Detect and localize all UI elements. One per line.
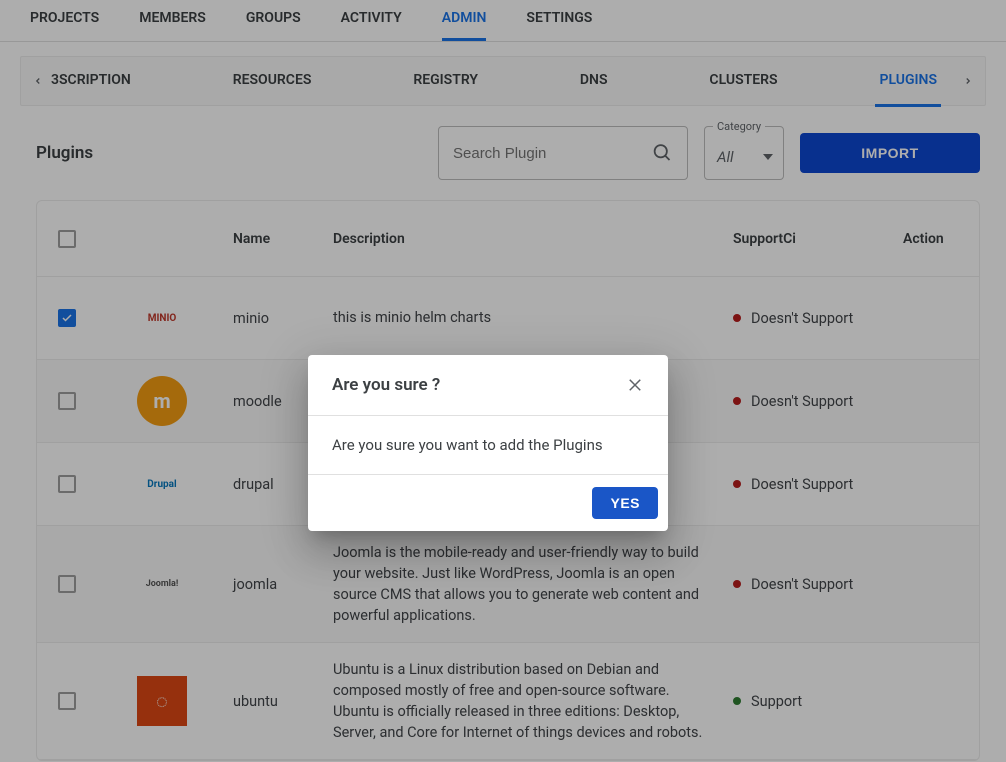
dialog-close-button[interactable] bbox=[626, 376, 644, 394]
confirm-dialog: Are you sure ? Are you sure you want to … bbox=[308, 355, 668, 531]
dialog-body: Are you sure you want to add the Plugins bbox=[308, 416, 668, 475]
dialog-yes-button[interactable]: YES bbox=[592, 487, 658, 519]
close-icon bbox=[626, 376, 644, 394]
dialog-title: Are you sure ? bbox=[332, 375, 440, 395]
